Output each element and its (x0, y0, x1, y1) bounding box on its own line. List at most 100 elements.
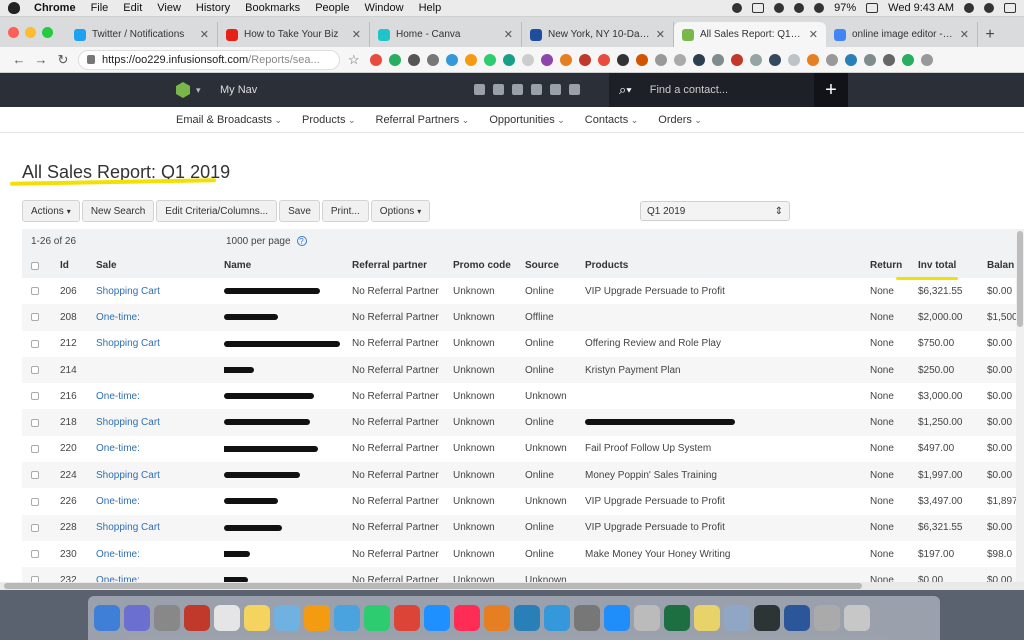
forward-icon[interactable]: → (30, 52, 52, 67)
extension-icon[interactable] (863, 53, 876, 66)
extension-icon[interactable] (806, 53, 819, 66)
menu-history[interactable]: History (196, 2, 230, 14)
dock-app-icon[interactable] (814, 605, 840, 631)
zoom-window-button[interactable] (42, 27, 53, 38)
cell-name[interactable] (224, 331, 352, 357)
dock-app-icon[interactable] (334, 605, 360, 631)
extension-icon[interactable] (483, 53, 496, 66)
menu-app[interactable]: Chrome (34, 2, 76, 14)
cell-name[interactable] (224, 514, 352, 541)
nav-email-broadcasts[interactable]: Email & Broadcasts (176, 114, 282, 126)
cell-name[interactable] (224, 488, 352, 514)
cell-sale[interactable]: One-time: (96, 304, 224, 331)
period-select[interactable]: Q1 2019 ⇕ (640, 201, 790, 221)
dock-app-icon[interactable] (664, 605, 690, 631)
nav-contacts[interactable]: Contacts (585, 114, 638, 126)
select-all-header[interactable] (22, 253, 60, 278)
contact-search[interactable]: ⌕▾ Find a contact... (609, 73, 814, 107)
row-checkbox[interactable] (31, 366, 39, 375)
extension-icon[interactable] (882, 53, 895, 66)
row-checkbox[interactable] (31, 444, 39, 453)
display-icon[interactable] (752, 3, 765, 13)
spotlight-icon[interactable] (964, 3, 974, 13)
row-select-cell[interactable] (22, 462, 60, 489)
dock-app-icon[interactable] (304, 605, 330, 631)
extension-icon[interactable] (635, 53, 648, 66)
extension-icon[interactable] (540, 53, 553, 66)
nav-products[interactable]: Products (302, 114, 355, 126)
dock-app-icon[interactable] (94, 605, 120, 631)
user-icon[interactable] (550, 84, 561, 95)
cell-sale[interactable]: Shopping Cart (96, 331, 224, 357)
table-row[interactable]: 212 Shopping Cart No Referral Partner Unkno… (22, 331, 1016, 357)
dock-app-icon[interactable] (574, 605, 600, 631)
nav-orders[interactable]: Orders (658, 114, 702, 126)
table-row[interactable]: 214 No Referral Partner Unknown Online Krist… (22, 356, 1016, 384)
extension-icon[interactable] (768, 53, 781, 66)
col-balance[interactable]: Balan (987, 253, 1016, 278)
actions-button[interactable]: Actions (22, 200, 80, 222)
dock-app-icon[interactable] (694, 605, 720, 631)
reload-icon[interactable]: ↻ (52, 52, 74, 68)
extension-icon[interactable] (844, 53, 857, 66)
bookmark-star-icon[interactable]: ☆ (348, 52, 360, 68)
cell-name[interactable] (224, 409, 352, 436)
row-select-cell[interactable] (22, 514, 60, 541)
history-icon[interactable] (493, 84, 504, 95)
row-select-cell[interactable] (22, 541, 60, 567)
wifi-icon[interactable] (774, 3, 785, 13)
extension-icon[interactable] (749, 53, 762, 66)
dock-app-icon[interactable] (514, 605, 540, 631)
col-referral-partner[interactable]: Referral partner (352, 253, 453, 278)
dock-app-icon[interactable] (154, 605, 180, 631)
dock-app-icon[interactable] (484, 605, 510, 631)
star-icon[interactable] (512, 84, 523, 95)
dock-app-icon[interactable] (844, 605, 870, 631)
minimize-window-button[interactable] (25, 27, 36, 38)
battery-icon[interactable] (866, 3, 879, 13)
cell-sale[interactable]: Shopping Cart (96, 514, 224, 541)
table-row[interactable]: 220 One-time: No Referral Partner Unknown Un… (22, 436, 1016, 462)
extension-icon[interactable] (369, 53, 382, 66)
row-select-cell[interactable] (22, 436, 60, 462)
horizontal-scrollbar[interactable] (0, 582, 1024, 590)
row-select-cell[interactable] (22, 356, 60, 384)
extension-icon[interactable] (787, 53, 800, 66)
browser-tab[interactable]: Twitter / Notifications ✕ (66, 22, 218, 47)
extension-icon[interactable] (502, 53, 515, 66)
notification-center-icon[interactable] (1004, 3, 1016, 13)
dock-app-icon[interactable] (364, 605, 390, 631)
cell-name[interactable] (224, 541, 352, 567)
close-window-button[interactable] (8, 27, 19, 38)
close-tab-icon[interactable]: ✕ (352, 28, 361, 41)
help-icon[interactable] (569, 84, 580, 95)
row-checkbox[interactable] (31, 339, 39, 348)
dock-app-icon[interactable] (724, 605, 750, 631)
close-tab-icon[interactable]: ✕ (656, 28, 665, 41)
menu-people[interactable]: People (315, 2, 349, 14)
browser-tab[interactable]: How to Take Your Biz ✕ (218, 22, 370, 47)
row-checkbox[interactable] (31, 313, 39, 322)
my-nav-link[interactable]: My Nav (220, 84, 257, 96)
row-checkbox[interactable] (31, 471, 39, 480)
col-products[interactable]: Products (585, 253, 870, 278)
extension-icon[interactable] (597, 53, 610, 66)
browser-tab[interactable]: online image editor - Goo ✕ (826, 22, 978, 47)
extension-icon[interactable] (901, 53, 914, 66)
cell-name[interactable] (224, 304, 352, 331)
table-row[interactable]: 206 Shopping Cart No Referral Partner Unkno… (22, 278, 1016, 304)
dock-app-icon[interactable] (214, 605, 240, 631)
cell-sale[interactable]: One-time: (96, 541, 224, 567)
search-icon[interactable]: ⌕▾ (619, 82, 632, 98)
dock-app-icon[interactable] (184, 605, 210, 631)
cell-name[interactable] (224, 436, 352, 462)
menu-edit[interactable]: Edit (123, 2, 142, 14)
cell-name[interactable] (224, 356, 352, 384)
search-input[interactable]: Find a contact... (650, 84, 728, 96)
col-promo-code[interactable]: Promo code (453, 253, 525, 278)
cell-sale[interactable]: Shopping Cart (96, 278, 224, 304)
menu-file[interactable]: File (91, 2, 109, 14)
table-row[interactable]: 218 Shopping Cart No Referral Partner Unkno… (22, 409, 1016, 436)
table-row[interactable]: 224 Shopping Cart No Referral Partner Unkno… (22, 462, 1016, 489)
nav-referral-partners[interactable]: Referral Partners (376, 114, 470, 126)
